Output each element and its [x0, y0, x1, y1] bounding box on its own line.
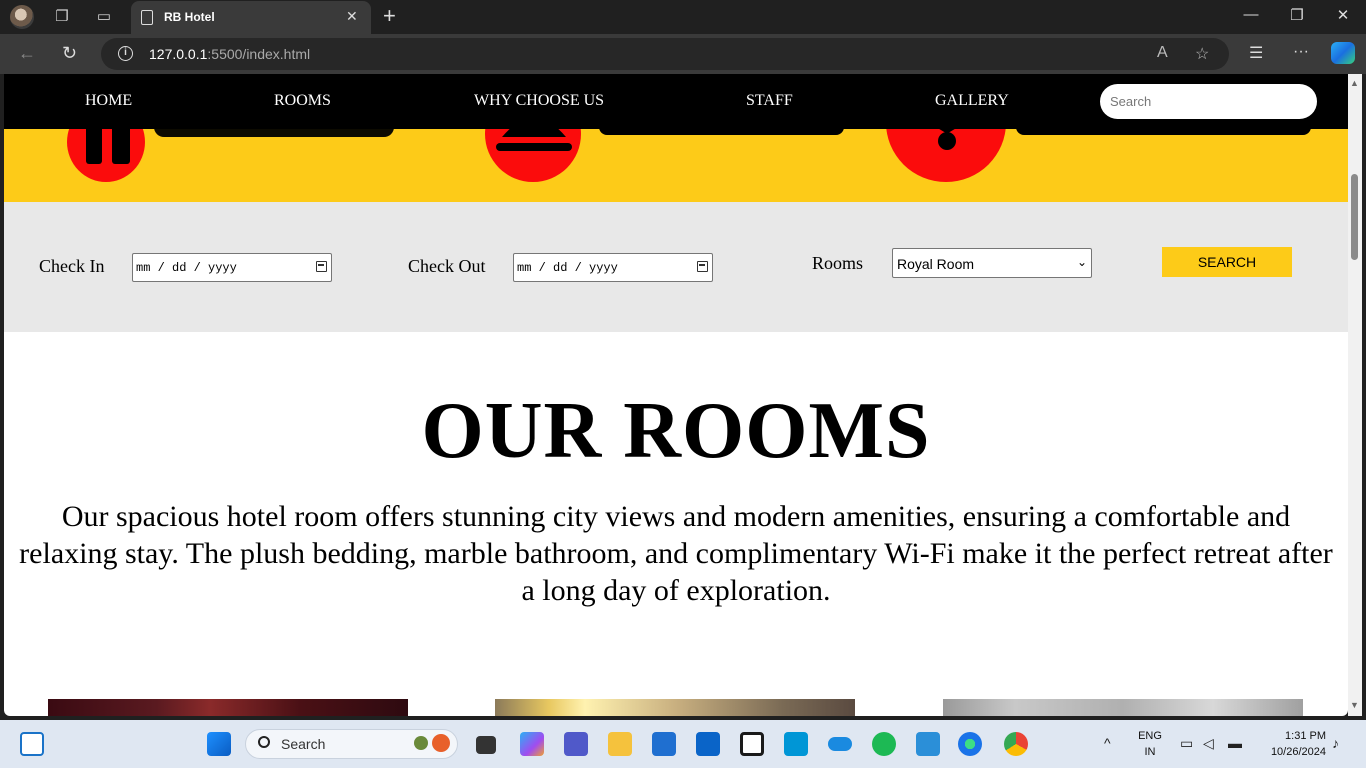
taskbar-search[interactable]: Search [245, 729, 458, 759]
rooms-label: Rooms [812, 253, 864, 273]
scroll-up-icon[interactable]: ▲ [1350, 78, 1359, 88]
favorites-icon[interactable]: ☰ [1249, 43, 1263, 63]
file-explorer-icon[interactable] [608, 732, 632, 756]
favorite-star-icon[interactable]: ☆ [1195, 44, 1209, 64]
nav-rooms[interactable]: ROOMS [274, 92, 331, 110]
notification-bell-icon[interactable]: ♪ [1332, 735, 1339, 751]
restore-icon[interactable]: ❐ [1282, 6, 1312, 24]
read-aloud-icon[interactable]: A [1157, 44, 1168, 62]
feature-text-fragment [154, 129, 394, 137]
rooms-description: Our spacious hotel room offers stunning … [19, 500, 1333, 607]
hp-icon[interactable] [784, 732, 808, 756]
page-icon [141, 10, 153, 25]
check-in-date-input[interactable]: mm / dd / yyyy [132, 253, 332, 282]
site-navbar: HOME ROOMS WHY CHOOSE US STAFF GALLERY [4, 74, 1348, 129]
room-image[interactable] [943, 699, 1303, 716]
store-icon[interactable] [652, 732, 676, 756]
language-label[interactable]: ENG [1136, 730, 1164, 742]
more-options-icon[interactable]: ··· [1293, 43, 1309, 61]
minimize-icon[interactable]: — [1236, 6, 1266, 23]
browser-tab-bar: ❐ ▭ RB Hotel ✕ + — ❐ ✕ [0, 0, 1366, 34]
nav-why-choose-us[interactable]: WHY CHOOSE US [474, 92, 604, 110]
teams-icon[interactable] [564, 732, 588, 756]
features-band: ​ [4, 129, 1348, 202]
start-icon[interactable] [207, 732, 231, 756]
profile-avatar[interactable] [10, 5, 34, 29]
close-window-icon[interactable]: ✕ [1328, 6, 1358, 24]
site-search-input[interactable] [1100, 84, 1317, 119]
new-tab-icon[interactable]: + [383, 5, 396, 27]
search-highlight-icon [432, 734, 450, 752]
calendar-icon[interactable] [697, 261, 708, 272]
chevron-down-icon: ⌄ [1076, 255, 1087, 269]
widgets-icon[interactable] [20, 732, 44, 756]
task-view-icon[interactable] [476, 736, 496, 754]
volume-icon[interactable]: ◁ [1203, 735, 1214, 752]
taskbar-search-label: Search [281, 736, 326, 752]
clock-time[interactable]: 1:31 PM [1258, 730, 1326, 742]
check-in-value: mm / dd / yyyy [136, 261, 237, 275]
url-host: 127.0.0.1 [149, 46, 208, 62]
chrome-icon[interactable] [1004, 732, 1028, 756]
dropbox-icon[interactable] [740, 732, 764, 756]
vscode-icon[interactable] [916, 732, 940, 756]
page-viewport: HOME ROOMS WHY CHOOSE US STAFF GALLERY ​ [4, 74, 1348, 716]
url-text: 127.0.0.1:5500/index.html [149, 46, 310, 62]
check-out-label: Check Out [408, 256, 486, 276]
battery-icon[interactable]: ▬ [1228, 735, 1242, 751]
workspaces-icon[interactable]: ❐ [51, 7, 73, 27]
search-highlight-icon [414, 736, 428, 750]
booking-form: Check In mm / dd / yyyy Check Out mm / d… [4, 202, 1348, 332]
refresh-icon[interactable]: ↻ [62, 43, 77, 64]
region-label[interactable]: IN [1136, 746, 1164, 758]
copilot-app-icon[interactable] [520, 732, 544, 756]
network-icon[interactable]: ▭ [1180, 735, 1193, 752]
address-bar: ← ↻ i 127.0.0.1:5500/index.html A ☆ [0, 34, 1366, 74]
tab-actions-icon[interactable]: ▭ [93, 7, 115, 27]
url-path: :5500/index.html [207, 46, 311, 62]
url-field[interactable]: i 127.0.0.1:5500/index.html A ☆ [101, 38, 1229, 70]
feature-text-fragment [599, 129, 844, 135]
search-button[interactable]: SEARCH [1162, 247, 1292, 277]
close-tab-icon[interactable]: ✕ [346, 8, 358, 25]
rooms-heading: OUR ROOMS [421, 387, 931, 475]
rooms-selected-value: Royal Room [897, 256, 975, 272]
check-out-value: mm / dd / yyyy [517, 261, 618, 275]
room-image[interactable] [495, 699, 855, 716]
room-image[interactable] [48, 699, 408, 716]
outlook-icon[interactable] [696, 732, 720, 756]
calendar-icon[interactable] [316, 261, 327, 272]
site-info-icon[interactable]: i [118, 46, 133, 61]
feature-text-fragment [1016, 129, 1311, 135]
clock-date[interactable]: 10/26/2024 [1258, 746, 1326, 758]
back-arrow-icon[interactable]: ← [18, 43, 36, 64]
scroll-thumb[interactable] [1351, 174, 1358, 260]
nav-staff[interactable]: STAFF [746, 92, 793, 110]
scroll-down-icon[interactable]: ▼ [1350, 700, 1359, 710]
chevron-up-icon[interactable]: ^ [1104, 735, 1111, 751]
search-icon [258, 736, 270, 748]
edge-icon[interactable] [958, 732, 982, 756]
food-cloche-icon [496, 129, 572, 151]
nav-home[interactable]: HOME [85, 92, 132, 110]
support-icon [938, 129, 956, 150]
restaurant-icon [86, 129, 130, 164]
tab-title: RB Hotel [164, 10, 215, 24]
rooms-select[interactable]: Royal Room ⌄ [892, 248, 1092, 278]
nav-gallery[interactable]: GALLERY [935, 92, 1009, 110]
copilot-icon[interactable] [1331, 42, 1355, 64]
onedrive-icon[interactable] [828, 737, 852, 751]
page-scrollbar[interactable]: ▲ ▼ [1348, 74, 1362, 716]
spotify-icon[interactable] [872, 732, 896, 756]
check-out-date-input[interactable]: mm / dd / yyyy [513, 253, 713, 282]
tab-rb-hotel[interactable]: RB Hotel ✕ [131, 1, 371, 34]
check-in-label: Check In [39, 256, 105, 276]
taskbar: Search ^ ENG IN ▭ ◁ ▬ 1:31 PM 10/26/2024… [0, 720, 1366, 768]
